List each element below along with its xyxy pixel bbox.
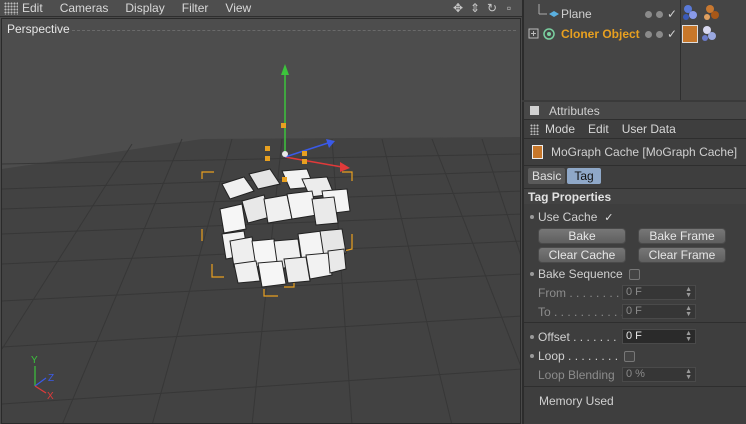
loop-label: Loop . . . . . . . . — [538, 349, 619, 363]
from-field[interactable]: 0 F ▲ ▼ — [622, 285, 696, 300]
bake-button[interactable]: Bake — [538, 228, 626, 244]
enabled-check-icon[interactable]: ✓ — [667, 27, 677, 41]
attributes-title: Attributes — [549, 103, 600, 118]
visibility-toggles[interactable]: ✓ — [645, 7, 677, 21]
viewport-title: Perspective — [7, 22, 70, 36]
menu-filter[interactable]: Filter — [182, 1, 209, 15]
panel-grip-icon[interactable] — [4, 1, 18, 15]
viewport-canvas[interactable]: Y Z X Perspective — [1, 18, 521, 424]
material-tags-icon[interactable] — [682, 2, 722, 24]
viewport-navigation: ✥ ⇕ ↻ ▫ — [451, 1, 516, 15]
expand-collapse-icon[interactable] — [528, 24, 560, 44]
from-value: 0 F — [626, 286, 642, 298]
section-title: Tag Properties — [524, 188, 746, 204]
use-cache-label: Use Cache — [538, 210, 598, 224]
section-divider — [524, 386, 746, 387]
menu-edit[interactable]: Edit — [22, 1, 43, 15]
material-tag-icon[interactable] — [700, 24, 720, 44]
editor-visibility-dot[interactable] — [645, 10, 652, 18]
menu-edit[interactable]: Edit — [588, 122, 609, 136]
stepper-icon[interactable]: ▲ ▼ — [685, 305, 692, 318]
offset-row: Offset . . . . . . . — [530, 330, 616, 344]
tab-tag[interactable]: Tag — [567, 168, 601, 184]
mograph-cache-icon — [532, 145, 543, 159]
viewport-panel: Edit Cameras Display Filter View ✥ ⇕ ↻ ▫ — [0, 0, 522, 424]
animate-bullet-icon[interactable] — [530, 335, 534, 339]
object-manager: Plane ✓ Cloner Object ✓ — [522, 0, 746, 100]
menu-mode[interactable]: Mode — [545, 122, 575, 136]
render-visibility-dot[interactable] — [656, 30, 663, 38]
editor-visibility-dot[interactable] — [645, 30, 652, 38]
animate-bullet-icon[interactable] — [530, 272, 534, 276]
object-name-plane[interactable]: Plane — [561, 7, 592, 21]
clear-frame-button[interactable]: Clear Frame — [638, 247, 726, 263]
menu-cameras[interactable]: Cameras — [60, 1, 109, 15]
memory-used-label: Memory Used — [539, 394, 614, 408]
object-row-plane[interactable]: Plane ✓ — [524, 4, 746, 24]
attributes-header: MoGraph Cache [MoGraph Cache] — [524, 139, 746, 166]
scene-render: Y Z X — [2, 64, 520, 423]
loop-blending-label: Loop Blending — [538, 368, 615, 382]
to-label: To . . . . . . . . . . . — [538, 305, 625, 319]
bake-sequence-checkbox[interactable] — [628, 268, 640, 280]
rotate-view-icon[interactable]: ↻ — [485, 1, 499, 15]
enabled-check-icon[interactable]: ✓ — [667, 7, 677, 21]
menu-user-data[interactable]: User Data — [622, 122, 676, 136]
to-field[interactable]: 0 F ▲ ▼ — [622, 304, 696, 319]
zoom-view-icon[interactable]: ⇕ — [468, 1, 482, 15]
bake-sequence-label: Bake Sequence — [538, 267, 623, 281]
panel-icon[interactable] — [530, 106, 539, 115]
stepper-icon[interactable]: ▲ ▼ — [685, 286, 692, 299]
attributes-object-title: MoGraph Cache [MoGraph Cache] — [551, 145, 738, 159]
attributes-tabs: Basic Tag — [524, 166, 746, 186]
offset-value: 0 F — [626, 330, 642, 342]
axis-y-label: Y — [31, 355, 38, 366]
viewport-menubar: Edit Cameras Display Filter View ✥ ⇕ ↻ ▫ — [0, 0, 522, 17]
attributes-panel: Attributes Mode Edit User Data MoGraph C… — [522, 102, 746, 424]
loop-checkbox[interactable] — [624, 350, 636, 362]
menu-display[interactable]: Display — [125, 1, 164, 15]
toggle-view-icon[interactable]: ▫ — [502, 1, 516, 15]
stepper-icon[interactable]: ▲ ▼ — [685, 368, 692, 381]
viewport-title-divider — [72, 30, 516, 31]
from-label: From . . . . . . . . . — [538, 286, 627, 300]
use-cache-checkbox[interactable]: ✓ — [603, 212, 614, 224]
attributes-titlebar: Attributes — [524, 102, 746, 120]
move-view-icon[interactable]: ✥ — [451, 1, 465, 15]
bake-frame-button[interactable]: Bake Frame — [638, 228, 726, 244]
menu-view[interactable]: View — [225, 1, 251, 15]
render-visibility-dot[interactable] — [656, 10, 663, 18]
object-name-cloner[interactable]: Cloner Object — [561, 27, 640, 41]
tree-line-icon — [538, 4, 559, 17]
mograph-cache-tag-icon[interactable] — [682, 25, 698, 43]
to-value: 0 F — [626, 305, 642, 317]
animate-bullet-icon[interactable] — [530, 215, 534, 219]
tab-basic[interactable]: Basic — [528, 168, 566, 184]
axis-z-label: Z — [48, 373, 54, 384]
object-row-cloner[interactable]: Cloner Object ✓ — [524, 24, 746, 44]
offset-field[interactable]: 0 F ▲ ▼ — [622, 329, 696, 344]
panel-grip-icon[interactable] — [530, 123, 539, 135]
clear-cache-button[interactable]: Clear Cache — [538, 247, 626, 263]
bake-sequence-row: Bake Sequence — [530, 267, 640, 281]
attributes-menubar: Mode Edit User Data — [524, 120, 746, 139]
offset-label: Offset . . . . . . . — [538, 330, 617, 344]
stepper-icon[interactable]: ▲ ▼ — [685, 330, 692, 343]
loop-row: Loop . . . . . . . . — [530, 349, 636, 363]
loop-blending-value: 0 % — [626, 368, 645, 380]
section-divider — [524, 322, 746, 323]
animate-bullet-icon[interactable] — [530, 354, 534, 358]
loop-blending-field[interactable]: 0 % ▲ ▼ — [622, 367, 696, 382]
use-cache-row: Use Cache ✓ — [530, 210, 614, 224]
visibility-toggles[interactable]: ✓ — [645, 27, 677, 41]
axis-x-label: X — [47, 391, 54, 402]
